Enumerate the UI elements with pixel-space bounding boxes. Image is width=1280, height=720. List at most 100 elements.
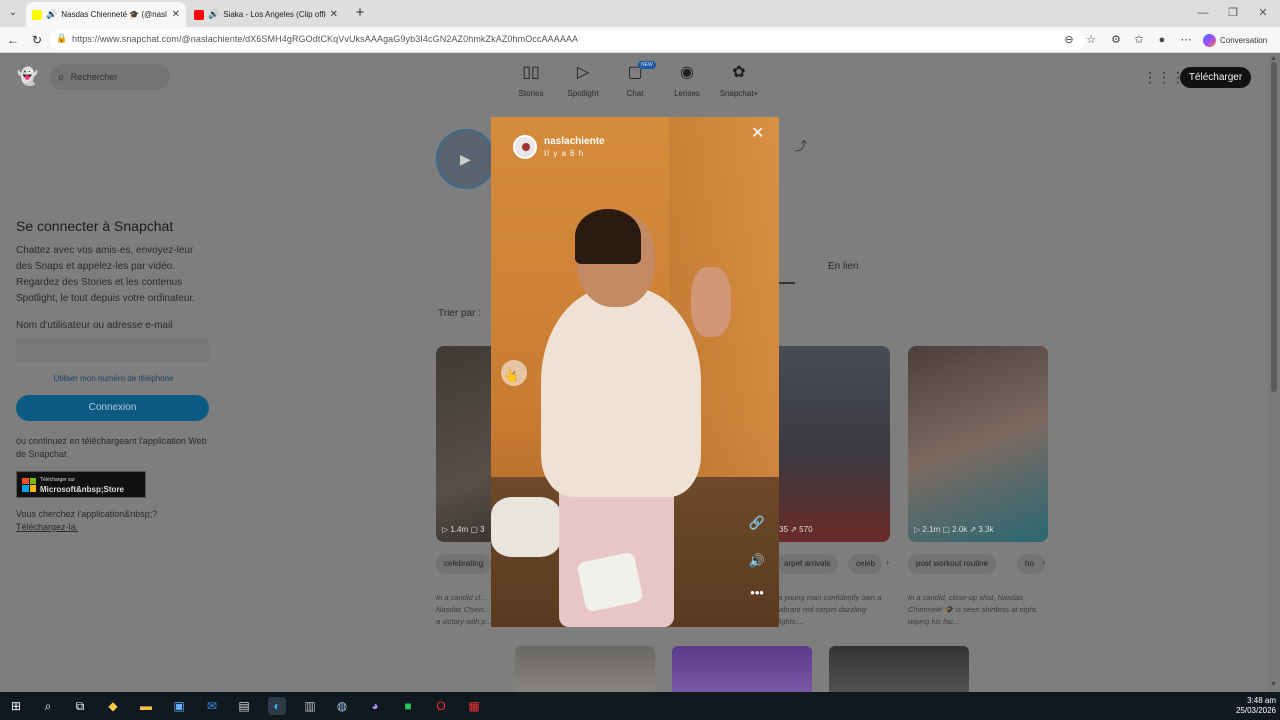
- tag-chip[interactable]: celeb: [848, 554, 882, 574]
- system-clock[interactable]: 3:48 am 25/03/2026: [1232, 696, 1276, 716]
- close-window-icon[interactable]: ✕: [1248, 4, 1278, 22]
- url-text[interactable]: https://www.snapchat.com/@naslachiente/d…: [72, 34, 578, 44]
- story-cloth: [491, 497, 561, 557]
- edge-icon[interactable]: ◐: [268, 697, 286, 715]
- app-icon[interactable]: ▥: [301, 697, 319, 715]
- tab-title: Siaka - Los Angeles (Clip offic: [223, 10, 326, 19]
- lock-icon: 🔒: [56, 33, 68, 43]
- chevron-right-icon[interactable]: ›: [1042, 557, 1045, 567]
- minimize-icon[interactable]: —: [1188, 4, 1218, 22]
- microsoft-store-button[interactable]: Télécharger sur Microsoft&nbsp;Store: [16, 471, 146, 498]
- media-app-icon[interactable]: ▦: [465, 697, 483, 715]
- chevron-right-icon[interactable]: ›: [886, 557, 889, 567]
- favorites-bar-icon[interactable]: ✩: [1131, 32, 1147, 48]
- apps-grid-icon[interactable]: ⋮⋮⋮: [1143, 69, 1185, 86]
- browser-tab-youtube[interactable]: 🔊 Siaka - Los Angeles (Clip offic ✕: [188, 2, 344, 27]
- mail-icon[interactable]: ✉: [203, 697, 221, 715]
- tag-chip[interactable]: celebrating: [436, 554, 492, 574]
- new-tab-plus-icon[interactable]: +: [351, 4, 369, 22]
- extensions-icon[interactable]: ⚙: [1108, 32, 1124, 48]
- story-viewer[interactable]: naslachiente Il y a 6 h ✕ ‹ 🔗 🔊 •••: [491, 117, 779, 627]
- stories-icon: ▯▯: [522, 64, 540, 81]
- looking-prefix: Vous cherchez l'application&nbsp;?: [16, 509, 158, 519]
- speaker-icon[interactable]: 🔊: [46, 9, 57, 20]
- scroll-down-icon[interactable]: ▼: [1270, 681, 1277, 688]
- profile-avatar[interactable]: ▶: [436, 129, 496, 189]
- notepad-icon[interactable]: ▤: [235, 697, 253, 715]
- store-big-text: Microsoft&nbsp;Store: [40, 484, 124, 494]
- story-user-avatar[interactable]: [513, 135, 537, 159]
- use-phone-link[interactable]: Utiliser mon numéro de téléphone: [16, 374, 211, 383]
- snapchat-plus-icon: ✿: [732, 64, 746, 81]
- browser-tab-snapchat[interactable]: 🔊 Nasdas Chienneté 🎓 (@nasl ✕: [26, 2, 186, 27]
- close-tab-icon[interactable]: ✕: [330, 9, 338, 20]
- story-username[interactable]: naslachiente: [544, 136, 605, 147]
- nav-stories[interactable]: ▯▯ Stories: [505, 62, 557, 98]
- spotlight-card[interactable]: [515, 646, 655, 692]
- login-panel: Se connecter à Snapchat Chattez avec vos…: [16, 218, 211, 534]
- refresh-icon[interactable]: ↻: [28, 31, 46, 49]
- nav-lenses[interactable]: ◉ Lenses: [661, 62, 713, 98]
- search-icon: ⌕: [58, 69, 65, 84]
- share-icon[interactable]: ⤴: [795, 137, 807, 154]
- reader-icon[interactable]: ⊖: [1061, 32, 1077, 48]
- tag-chip[interactable]: post workout routine: [908, 554, 997, 574]
- clock-time: 3:48 am: [1247, 696, 1276, 705]
- copy-link-icon[interactable]: 🔗: [748, 515, 766, 531]
- close-tab-icon[interactable]: ✕: [172, 9, 180, 20]
- active-tab-indicator: [779, 282, 795, 284]
- task-view-icon[interactable]: ⧉: [71, 697, 89, 715]
- microsoft-logo-icon: [22, 477, 36, 492]
- scrollbar-thumb[interactable]: [1271, 62, 1277, 392]
- favorite-star-icon[interactable]: ☆: [1083, 32, 1099, 48]
- nav-chat[interactable]: ▢ NEW Chat: [609, 61, 661, 98]
- restore-icon[interactable]: ❐: [1218, 4, 1248, 22]
- download-button[interactable]: Télécharger: [1180, 67, 1251, 88]
- copilot-button[interactable]: Conversation: [1203, 31, 1267, 49]
- close-story-icon[interactable]: ✕: [751, 123, 764, 143]
- spotlight-card[interactable]: ▷ 2.1m ▢ 2.0k ⇗ 3.3k: [908, 346, 1048, 542]
- login-button[interactable]: Connexion: [16, 395, 209, 421]
- login-title: Se connecter à Snapchat: [16, 218, 174, 234]
- spotlight-card[interactable]: [829, 646, 969, 692]
- youtube-favicon-icon: [194, 9, 204, 20]
- sort-label[interactable]: Trier par :: [438, 308, 481, 319]
- nav-label: Snapchat+: [719, 89, 759, 98]
- spotlight-icon: ▷: [576, 64, 590, 81]
- mouse-pointer-icon: 👆: [503, 368, 520, 383]
- speaker-icon[interactable]: 🔊: [208, 9, 219, 20]
- tag-chip[interactable]: ho: [1017, 554, 1045, 574]
- chat-app-icon[interactable]: ■: [399, 697, 417, 715]
- login-description: Chattez avec vos amis·es, envoyez-leur d…: [16, 245, 196, 304]
- file-explorer-icon[interactable]: ▬: [137, 697, 155, 715]
- scroll-up-icon[interactable]: ▲: [1270, 55, 1277, 62]
- nav-spotlight[interactable]: ▷ Spotlight: [557, 62, 609, 98]
- more-options-icon[interactable]: •••: [748, 585, 766, 600]
- search-bar[interactable]: ⌕ Rechercher: [50, 64, 170, 90]
- opera-icon[interactable]: O: [432, 697, 450, 715]
- volume-icon[interactable]: 🔊: [748, 553, 766, 569]
- spotlight-card[interactable]: [672, 646, 812, 692]
- back-arrow-icon[interactable]: ←: [4, 31, 22, 49]
- discord-icon[interactable]: ◕: [366, 697, 384, 715]
- windows-start-icon[interactable]: ⊞: [7, 697, 25, 715]
- url-bar[interactable]: 🔒 https://www.snapchat.com/@naslachiente…: [50, 30, 1085, 50]
- tab-online[interactable]: En lien: [828, 261, 859, 272]
- search-icon[interactable]: ⌕: [39, 697, 57, 715]
- steam-icon[interactable]: ◍: [333, 697, 351, 715]
- more-menu-icon[interactable]: ⋯: [1178, 32, 1194, 48]
- tab-list-chevron-icon[interactable]: ⌄: [4, 4, 22, 22]
- store-icon[interactable]: ▣: [170, 697, 188, 715]
- page-scrollbar[interactable]: ▲ ▼: [1268, 54, 1280, 692]
- username-field[interactable]: [16, 338, 209, 362]
- download-app-link[interactable]: Téléchargez-la.: [16, 522, 78, 532]
- alt-download-text: ou continuez en téléchargeant l'applicat…: [16, 436, 207, 459]
- card-caption: In a candid, close-up shot, Nasdas Chien…: [908, 593, 1038, 626]
- snapchat-ghost-logo-icon[interactable]: 👻: [17, 67, 38, 87]
- tag-chip[interactable]: arpet arrivals: [776, 554, 839, 574]
- clock-date: 25/03/2026: [1235, 706, 1276, 715]
- nav-snapchat-plus[interactable]: ✿ Snapchat+: [713, 62, 765, 98]
- play-icon: ▶: [460, 151, 471, 167]
- copilot-icon[interactable]: ◆: [104, 697, 122, 715]
- profile-avatar-icon[interactable]: ●: [1154, 32, 1170, 48]
